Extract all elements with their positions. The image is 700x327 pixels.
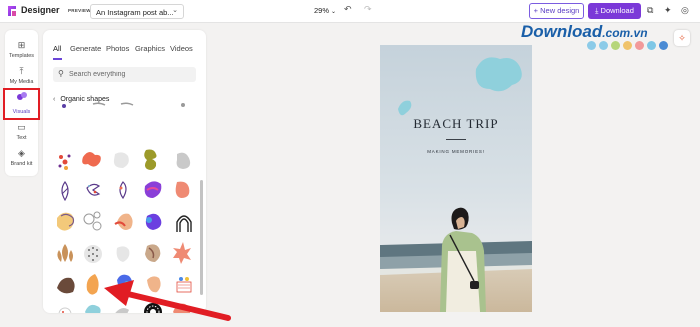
annotation-arrow [104,280,231,321]
